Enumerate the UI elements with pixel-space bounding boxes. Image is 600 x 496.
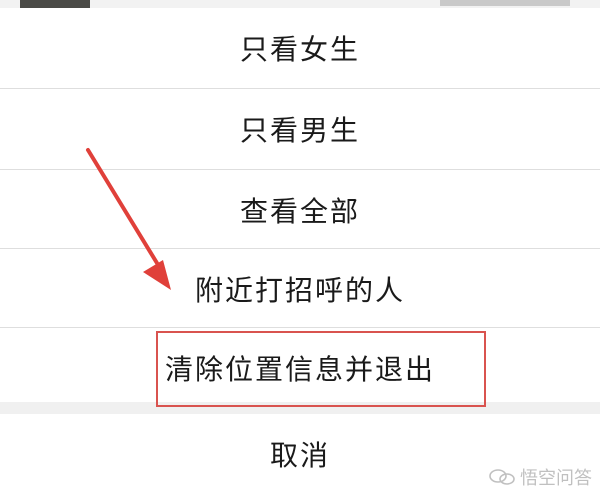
menu-item-label: 清除位置信息并退出 [164, 353, 435, 386]
menu-item-label: 附近打招呼的人 [194, 274, 405, 307]
menu-item-only-women[interactable]: 只看女生 [0, 8, 600, 88]
menu-item-clear-location-and-exit[interactable]: 清除位置信息并退出 [0, 328, 600, 408]
menu-item-only-men[interactable]: 只看男生 [0, 89, 600, 169]
cancel-separator [0, 402, 600, 414]
background-text [440, 0, 570, 6]
menu-item-nearby-greetings[interactable]: 附近打招呼的人 [0, 249, 600, 329]
cancel-label: 取消 [269, 439, 330, 472]
background-content-strip [0, 0, 600, 8]
menu-item-label: 只看男生 [239, 114, 360, 147]
watermark: 悟空问答 [488, 464, 592, 490]
watermark-text: 悟空问答 [520, 468, 592, 489]
menu-item-label: 查看全部 [239, 195, 360, 228]
chat-bubble-icon [489, 469, 515, 485]
background-thumbnail [20, 0, 90, 8]
menu-item-view-all[interactable]: 查看全部 [0, 170, 600, 250]
menu-item-label: 只看女生 [239, 33, 360, 66]
